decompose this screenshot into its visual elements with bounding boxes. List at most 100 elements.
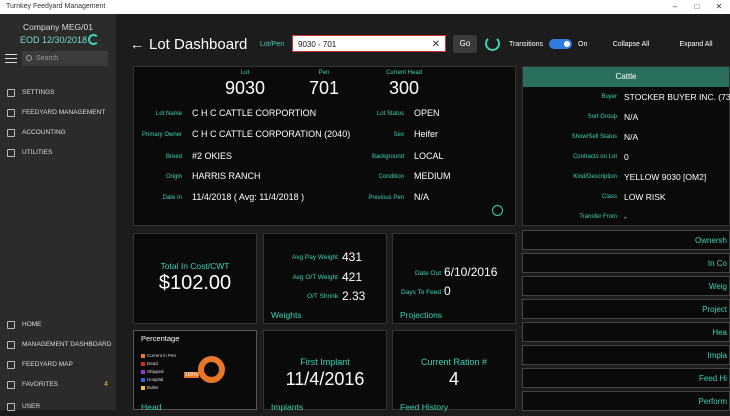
- favorites-count: 4: [104, 381, 108, 388]
- main-content: ← Lot Dashboard Lot/Pen 9030 - 701 ✕ Go …: [116, 14, 730, 412]
- close-icon[interactable]: ✕: [708, 0, 730, 14]
- sidebar-item-utilities[interactable]: UTILITIES: [0, 144, 116, 162]
- sidebar-item-label: FEEDYARD MAP: [22, 361, 73, 368]
- lot-status-value: OPEN: [414, 108, 440, 118]
- sidebar-item-management-dashboard[interactable]: MANAGEMENT DASHBOARD: [0, 336, 116, 354]
- company-name: Company MEG/01: [23, 22, 93, 32]
- section-ownership[interactable]: Ownersh: [522, 230, 730, 250]
- ot-shrink-value: 2.33: [342, 289, 366, 303]
- tools-icon: [7, 149, 15, 157]
- current-head-value: 300: [388, 78, 420, 98]
- clear-icon[interactable]: ✕: [432, 36, 440, 53]
- sex-value: Heifer: [414, 129, 439, 139]
- weights-card[interactable]: Avg Pay Weight 431 Avg O/T Weight 421 O/…: [263, 233, 387, 324]
- section-feed-history[interactable]: Feed Hi: [522, 368, 730, 388]
- sidebar-item-feedyard-management[interactable]: FEEDYARD MANAGEMENT: [0, 104, 116, 122]
- projections-card[interactable]: Date Out 6/10/2016 Days To Feed 0 Projec…: [392, 233, 516, 324]
- weights-title: Weights: [271, 310, 302, 320]
- sidebar-item-feedyard-map[interactable]: FEEDYARD MAP: [0, 356, 116, 374]
- section-head[interactable]: Hea: [522, 322, 730, 342]
- sidebar-item-label: FEEDYARD MANAGEMENT: [22, 109, 106, 116]
- cattle-row: Sort Group N/A: [523, 107, 729, 127]
- days-to-feed-value: 0: [444, 284, 451, 298]
- implant-card[interactable]: First Implant 11/4/2016 Implants: [263, 330, 387, 412]
- cattle-row-label: Show/Sell Status: [571, 134, 617, 140]
- sidebar-item-label: USER: [22, 403, 41, 410]
- sidebar-item-user[interactable]: USER: [0, 398, 116, 416]
- cattle-row-label: Contracts on Lot: [572, 154, 617, 160]
- origin-value: HARRIS RANCH: [192, 171, 261, 181]
- percentage-donut: [198, 356, 225, 383]
- cattle-row-value: YELLOW 9030 [OM2]: [624, 172, 707, 182]
- ration-label: Current Ration #: [420, 357, 488, 367]
- percentage-card[interactable]: Percentage Current in Pen Dead Shipped H…: [133, 330, 257, 412]
- legend-buller: Buller: [141, 385, 159, 391]
- ration-value: 4: [448, 369, 459, 389]
- percentage-footer: Head: [141, 402, 162, 412]
- cattle-row-label: Kind/Description: [573, 174, 617, 180]
- cattle-row-value: -: [624, 212, 627, 222]
- sidebar-item-label: MANAGEMENT DASHBOARD: [22, 341, 112, 348]
- lot-status-label: Lot Status: [376, 111, 404, 117]
- lotpen-input[interactable]: 9030 - 701 ✕: [292, 35, 446, 52]
- eod-date: EOD 12/30/2018: [20, 35, 88, 45]
- cattle-row-value: N/A: [624, 132, 639, 142]
- star-icon: [7, 381, 15, 389]
- legend-hospital: Hospital: [141, 377, 163, 383]
- search-placeholder: Search: [36, 55, 59, 62]
- search-input[interactable]: Search: [22, 51, 108, 66]
- cost-card[interactable]: Total In Cost/CWT $102.00: [133, 233, 257, 324]
- expand-all-button[interactable]: Expand All: [675, 38, 717, 51]
- background-label: Background: [371, 154, 404, 160]
- cattle-row-value: 0: [624, 152, 629, 162]
- cattle-panel-title[interactable]: Cattle: [523, 67, 729, 87]
- cost-label: Total In Cost/CWT: [160, 261, 230, 271]
- lot-number: 9030: [224, 78, 266, 98]
- sidebar-item-settings[interactable]: SETTINGS: [0, 84, 116, 102]
- sidebar-item-home[interactable]: HOME: [0, 316, 116, 334]
- cattle-row-label: Buyer: [601, 94, 617, 100]
- legend-dead: Dead: [141, 361, 158, 367]
- pen-number: 701: [308, 78, 340, 98]
- cattle-row-label: Class: [601, 194, 617, 200]
- section-in-cost[interactable]: In Co: [522, 253, 730, 273]
- cost-value: $102.00: [158, 272, 232, 294]
- section-implants[interactable]: Impla: [522, 345, 730, 365]
- collapse-all-button[interactable]: Collapse All: [607, 38, 655, 51]
- breed-value: #2 OKIES: [192, 151, 233, 161]
- condition-label: Condition: [378, 174, 404, 180]
- calculator-icon: [7, 129, 15, 137]
- ration-card[interactable]: Current Ration # 4 Feed History: [392, 330, 516, 412]
- edit-icon[interactable]: [492, 205, 503, 216]
- transitions-toggle[interactable]: [549, 39, 572, 49]
- sidebar: Company MEG/01 EOD 12/30/2018 Search SET…: [0, 14, 116, 411]
- sidebar-item-label: HOME: [22, 321, 42, 328]
- previous-pen-label: Previous Pen: [368, 195, 404, 201]
- map-icon: [7, 361, 15, 369]
- current-head-label: Current Head: [385, 70, 423, 76]
- minimize-icon[interactable]: –: [664, 0, 686, 14]
- section-projections[interactable]: Project: [522, 299, 730, 319]
- hamburger-menu-icon[interactable]: [5, 54, 17, 63]
- origin-label: Origin: [165, 174, 182, 180]
- implant-label: First Implant: [300, 357, 350, 367]
- percentage-title: Percentage: [141, 334, 180, 343]
- go-button[interactable]: Go: [453, 35, 477, 53]
- days-to-feed-label: Days To Feed: [401, 289, 441, 296]
- cattle-row-value: STOCKER BUYER INC. (73: [624, 92, 730, 102]
- refresh-icon[interactable]: [485, 36, 500, 51]
- avg-ot-weight-value: 421: [342, 270, 363, 284]
- cattle-row: Class LOW RISK: [523, 187, 729, 207]
- refresh-icon[interactable]: [88, 34, 99, 45]
- sex-label: Sex: [393, 132, 404, 138]
- avg-ot-weight-label: Avg O/T Weight: [292, 274, 338, 281]
- section-weights[interactable]: Weig: [522, 276, 730, 296]
- section-performance[interactable]: Perform: [522, 391, 730, 411]
- maximize-icon[interactable]: □: [686, 0, 708, 14]
- sidebar-item-label: FAVORITES: [22, 381, 58, 388]
- sidebar-item-favorites[interactable]: FAVORITES 4: [0, 376, 116, 394]
- lotpen-label: Lot/Pen: [260, 41, 285, 48]
- sidebar-item-accounting[interactable]: ACCOUNTING: [0, 124, 116, 142]
- implant-footer: Implants: [271, 402, 304, 412]
- back-arrow-icon[interactable]: ←: [130, 36, 144, 52]
